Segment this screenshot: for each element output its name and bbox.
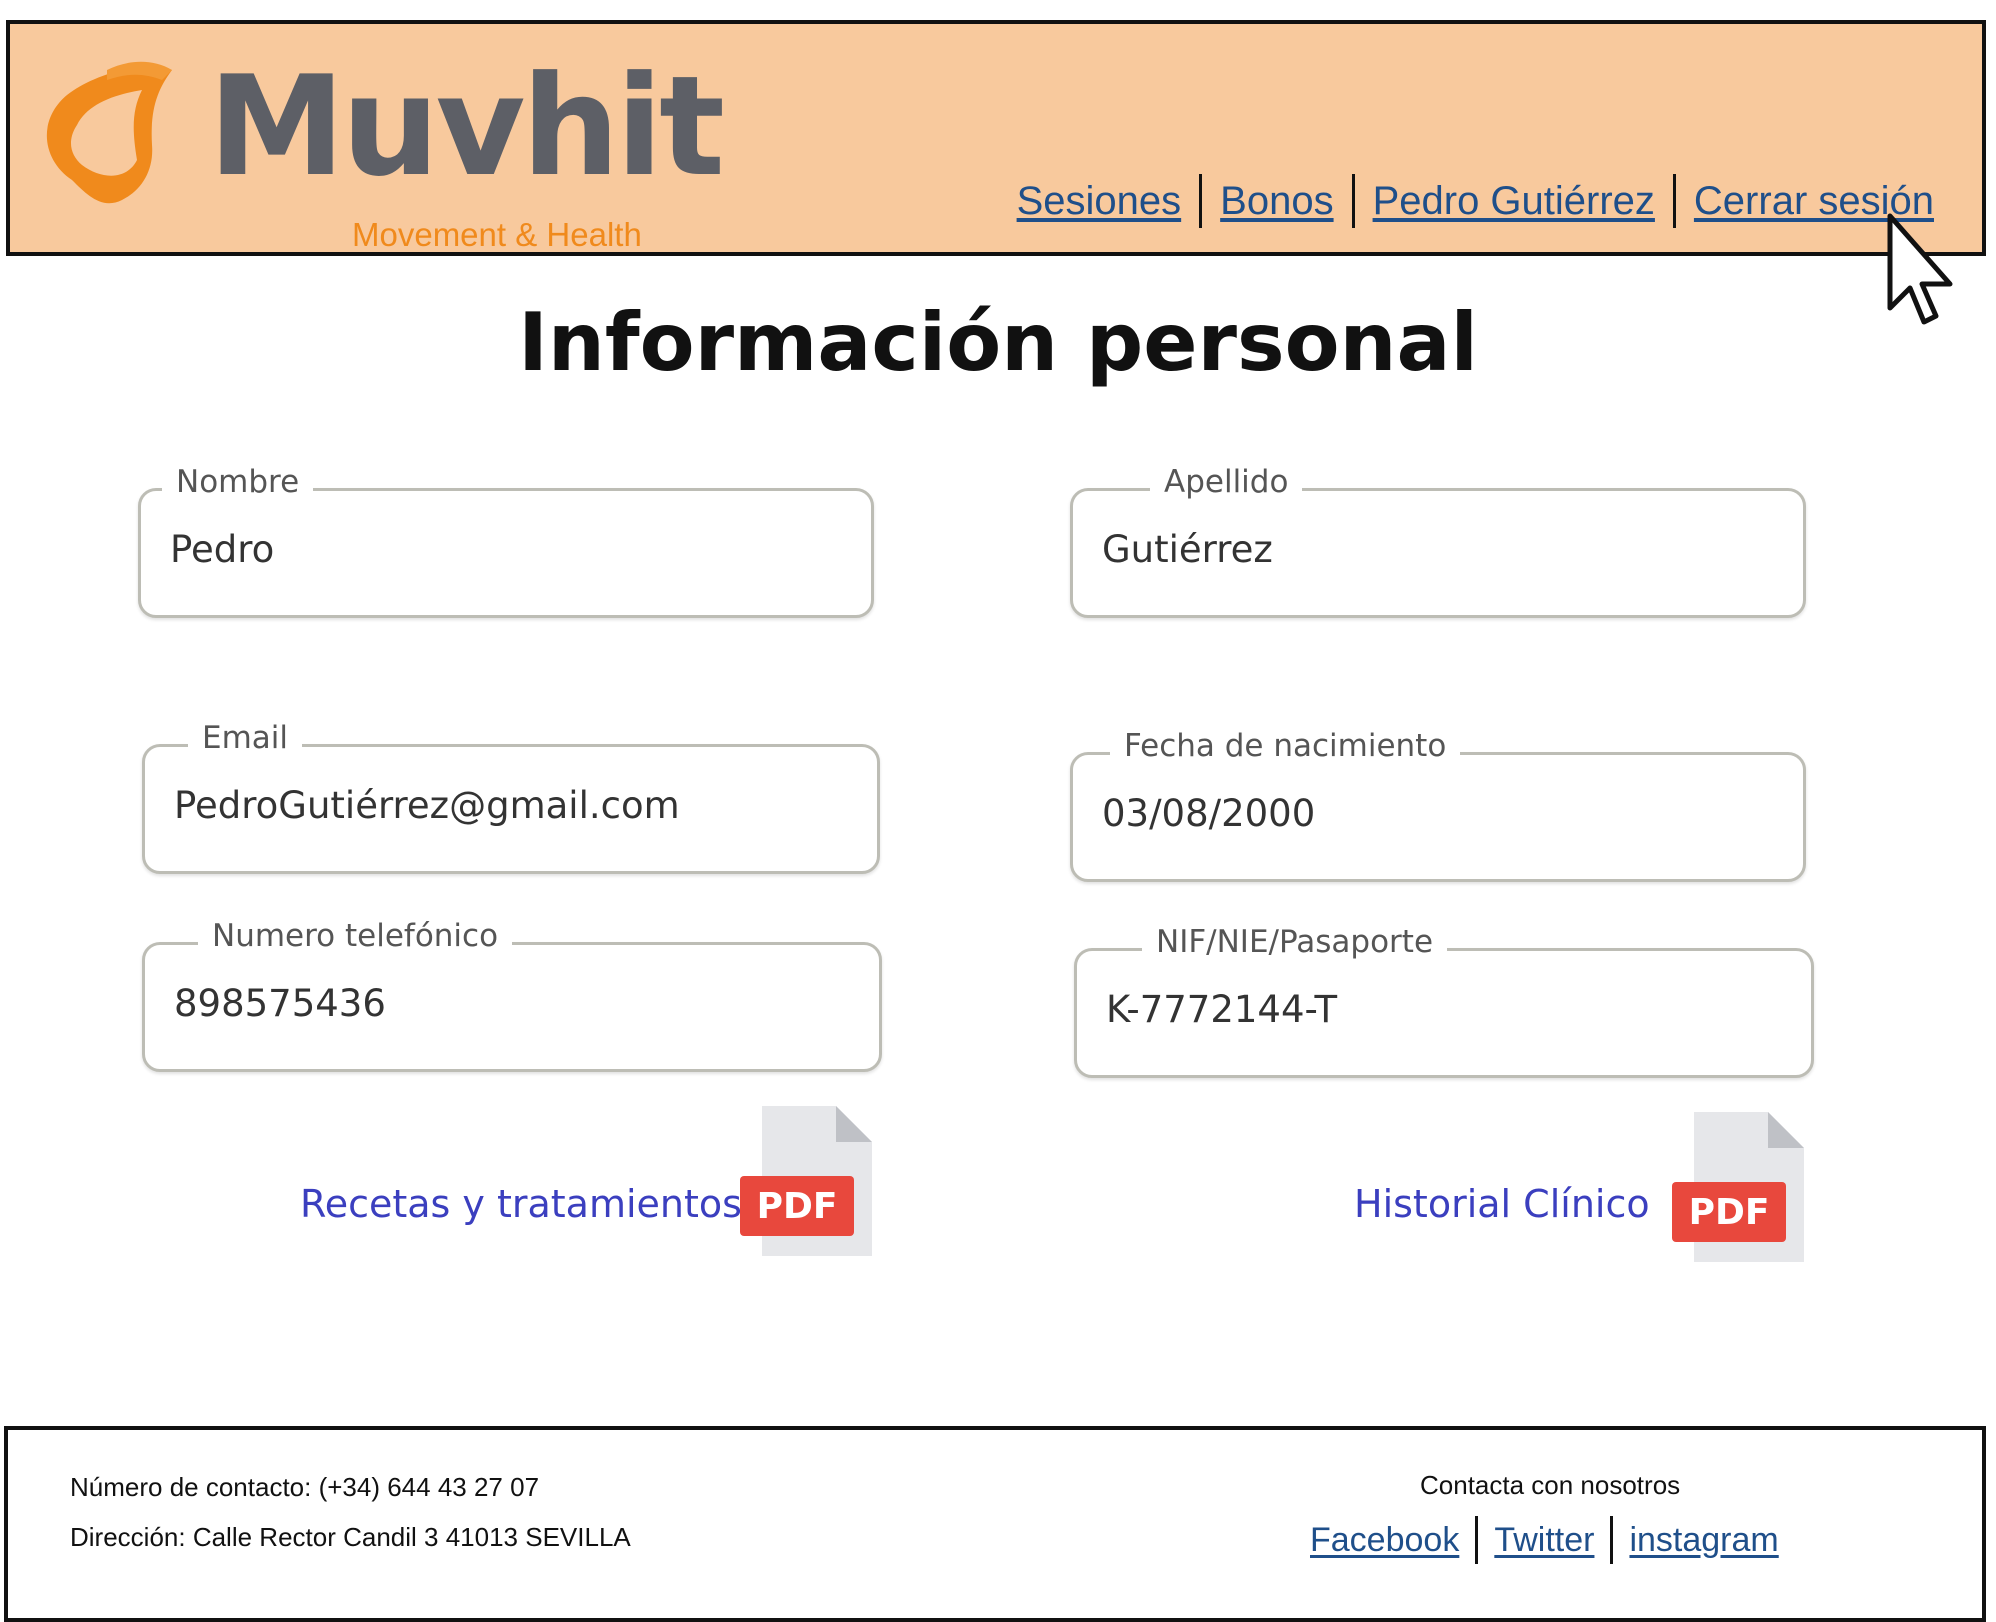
- birthdate-input[interactable]: [1102, 792, 1765, 835]
- pdf-badge: PDF: [1672, 1182, 1786, 1242]
- site-footer: Número de contacto: (+34) 644 43 27 07 D…: [4, 1426, 1986, 1622]
- nombre-input[interactable]: [170, 528, 833, 571]
- nombre-field[interactable]: Nombre: [138, 464, 874, 618]
- nav-user-profile[interactable]: Pedro Gutiérrez: [1373, 179, 1655, 224]
- social-links: Facebook Twitter instagram: [1310, 1516, 1779, 1564]
- twitter-link[interactable]: Twitter: [1494, 1521, 1594, 1560]
- nombre-label: Nombre: [162, 464, 314, 500]
- nav-sesiones[interactable]: Sesiones: [1017, 179, 1182, 224]
- pdf-badge: PDF: [740, 1176, 854, 1236]
- main-nav: Sesiones Bonos Pedro Gutiérrez Cerrar se…: [1017, 174, 1934, 228]
- recetas-pdf-button[interactable]: PDF: [740, 1106, 872, 1256]
- facebook-link[interactable]: Facebook: [1310, 1521, 1459, 1560]
- nav-bonos[interactable]: Bonos: [1220, 179, 1333, 224]
- email-input[interactable]: [174, 784, 839, 827]
- nav-divider: [1199, 174, 1203, 228]
- phone-field[interactable]: Numero telefónico: [142, 918, 882, 1072]
- nif-label: NIF/NIE/Pasaporte: [1142, 924, 1448, 960]
- email-label: Email: [188, 720, 303, 756]
- recetas-link[interactable]: Recetas y tratamientos: [300, 1182, 742, 1226]
- historial-pdf-button[interactable]: PDF: [1672, 1112, 1804, 1262]
- brand-logo[interactable]: Muvhit Movement & Health: [32, 40, 725, 253]
- historial-link[interactable]: Historial Clínico: [1354, 1182, 1650, 1226]
- instagram-link[interactable]: instagram: [1629, 1521, 1778, 1560]
- birthdate-label: Fecha de nacimiento: [1110, 728, 1461, 764]
- birthdate-field[interactable]: Fecha de nacimiento: [1070, 728, 1806, 882]
- nif-input[interactable]: [1106, 988, 1772, 1031]
- apellido-input[interactable]: [1102, 528, 1765, 571]
- apellido-label: Apellido: [1150, 464, 1303, 500]
- footer-contact-heading: Contacta con nosotros: [1420, 1470, 1681, 1500]
- footer-address: Dirección: Calle Rector Candil 3 41013 S…: [70, 1522, 631, 1552]
- page-title: Información personal: [518, 296, 1478, 389]
- footer-phone: Número de contacto: (+34) 644 43 27 07: [70, 1472, 540, 1502]
- phone-input[interactable]: [174, 982, 840, 1025]
- phone-label: Numero telefónico: [198, 918, 513, 954]
- social-divider: [1475, 1516, 1479, 1564]
- site-header: Muvhit Movement & Health Sesiones Bonos …: [6, 20, 1986, 256]
- apellido-field[interactable]: Apellido: [1070, 464, 1806, 618]
- logo-wordmark: Muvhit: [208, 46, 725, 207]
- nif-field[interactable]: NIF/NIE/Pasaporte: [1074, 924, 1814, 1078]
- social-divider: [1610, 1516, 1614, 1564]
- muvhit-logo-icon: [46, 61, 172, 204]
- logo-tagline: Movement & Health: [352, 216, 642, 253]
- nav-divider: [1351, 174, 1355, 228]
- email-field[interactable]: Email: [142, 720, 880, 874]
- nav-divider: [1672, 174, 1676, 228]
